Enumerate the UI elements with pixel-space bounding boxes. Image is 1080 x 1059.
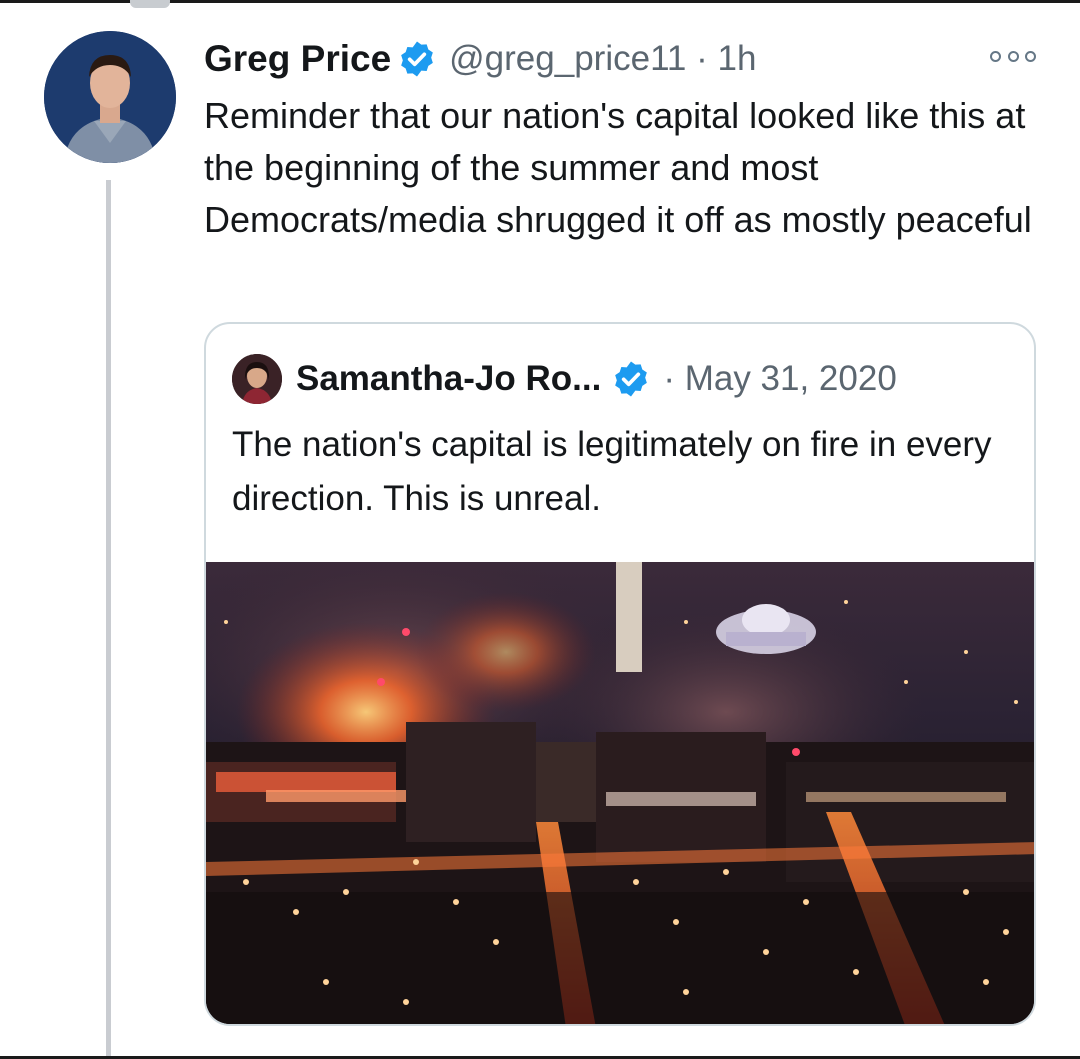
tweet-header: Greg Price @greg_price11 · 1h (204, 34, 756, 84)
quoted-tweet-card[interactable]: Samantha-Jo Ro... · May 31, 2020 The nat… (204, 322, 1036, 1026)
verified-badge-icon (397, 39, 437, 79)
thread-line (106, 180, 111, 1059)
quoted-tweet-header: Samantha-Jo Ro... · May 31, 2020 (232, 354, 897, 404)
previous-tweet-connector (130, 0, 170, 8)
quoted-tweet-text: The nation's capital is legitimately on … (232, 425, 992, 518)
verified-badge-icon (611, 359, 651, 399)
more-dot (1007, 50, 1019, 62)
author-name[interactable]: Greg Price (204, 38, 391, 80)
more-options-icon[interactable] (990, 44, 1036, 68)
more-dot (1025, 50, 1036, 62)
quoted-author-name: Samantha-Jo Ro... (296, 359, 602, 398)
author-handle-time[interactable]: @greg_price11 · 1h (449, 39, 756, 79)
tweet-text: Reminder that our nation's capital looke… (204, 95, 1032, 240)
author-avatar[interactable] (44, 31, 176, 163)
more-dot (990, 50, 1001, 62)
quoted-tweet-date: · May 31, 2020 (663, 359, 897, 398)
quoted-author-avatar (232, 354, 282, 404)
quoted-tweet-photo[interactable] (206, 562, 1034, 1024)
